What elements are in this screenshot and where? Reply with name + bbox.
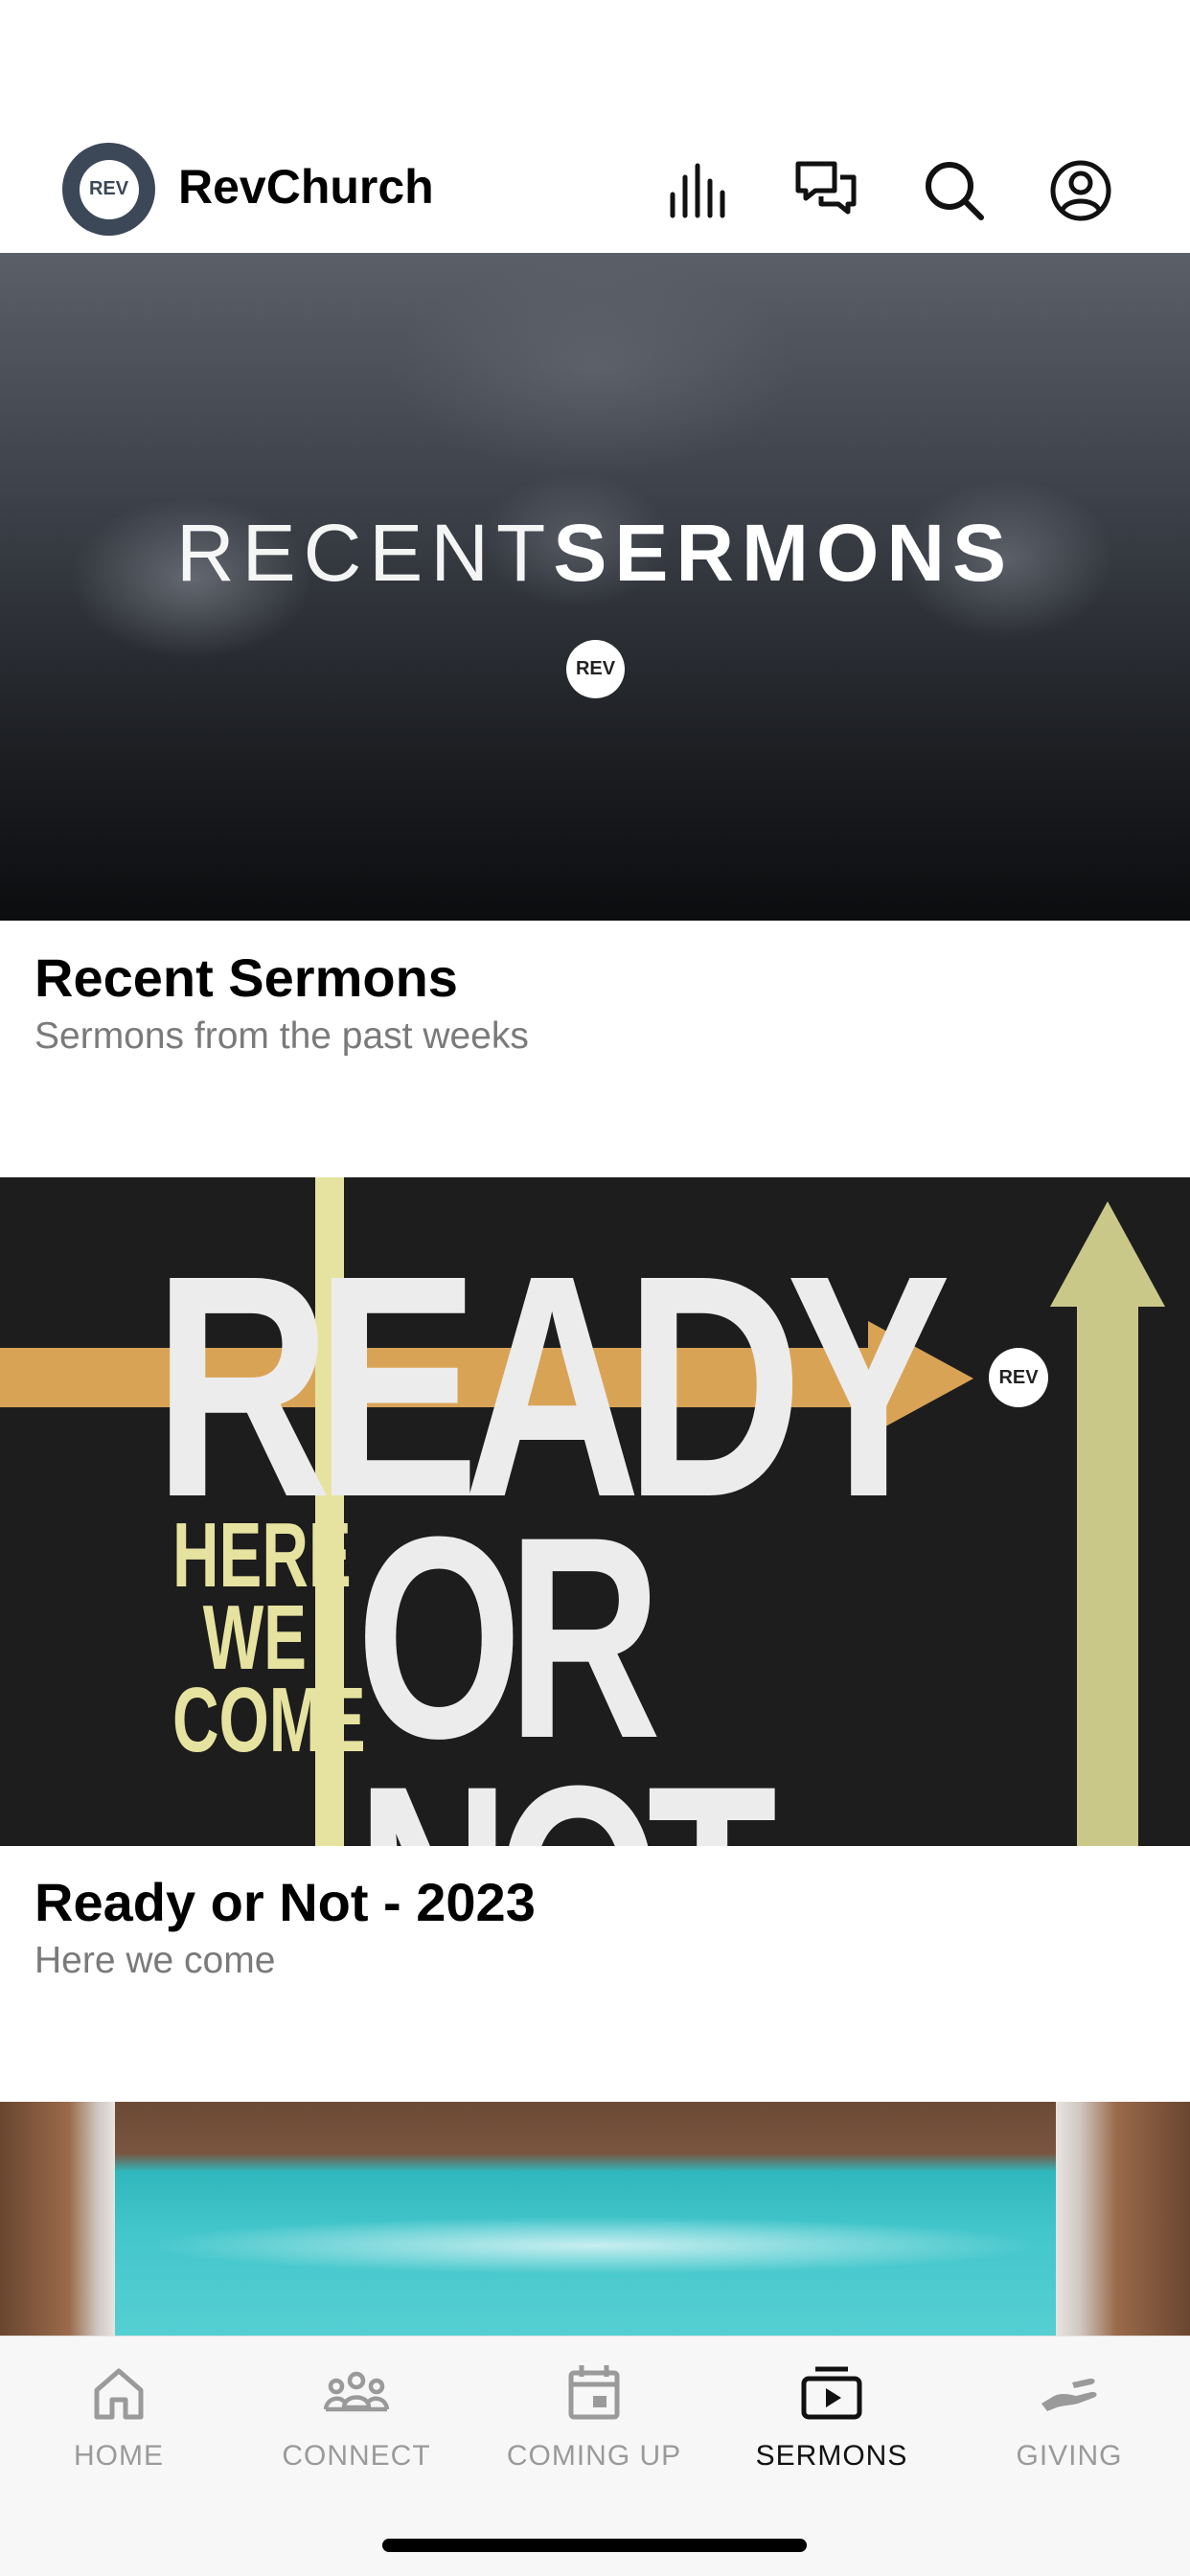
tab-coming-up[interactable]: COMING UP bbox=[475, 2337, 713, 2490]
rev-badge: REV bbox=[989, 1348, 1048, 1407]
side-word-come: COME bbox=[172, 1669, 366, 1771]
tab-label: HOME bbox=[74, 2440, 164, 2472]
ready-or-not-banner[interactable]: READY OR NOT HERE WE COME REV bbox=[0, 1177, 1190, 1846]
church-logo[interactable]: REV bbox=[62, 143, 155, 236]
water-foam bbox=[144, 2217, 1044, 2274]
banner-side-text: HERE WE COME bbox=[172, 1504, 366, 1771]
tab-connect[interactable]: CONNECT bbox=[238, 2337, 475, 2490]
tab-label: CONNECT bbox=[282, 2440, 431, 2472]
banner-heading-thin: RECENT bbox=[175, 508, 554, 598]
profile-icon[interactable] bbox=[1046, 156, 1115, 225]
recent-sermons-banner[interactable]: RECENTSERMONS REV bbox=[0, 253, 1190, 921]
banner-word-or-not: OR NOT bbox=[356, 1476, 777, 1846]
card-subtitle: Sermons from the past weeks bbox=[34, 1015, 529, 1057]
side-word-we: WE bbox=[202, 1586, 307, 1689]
banner-heading: RECENTSERMONS bbox=[0, 507, 1190, 600]
audio-bars-icon[interactable] bbox=[665, 156, 734, 225]
search-icon[interactable] bbox=[920, 156, 989, 225]
giving-hand-icon bbox=[1041, 2378, 1097, 2411]
tab-label: SERMONS bbox=[755, 2440, 908, 2472]
tab-label: COMING UP bbox=[506, 2440, 682, 2472]
video-playlist-icon bbox=[801, 2366, 862, 2420]
rock-left bbox=[0, 2102, 115, 2336]
logo-text: REV bbox=[79, 159, 139, 219]
waterfall-series-banner[interactable] bbox=[0, 2102, 1190, 2336]
app-header: REV RevChurch bbox=[0, 0, 1190, 253]
home-icon bbox=[94, 2368, 144, 2420]
home-indicator[interactable] bbox=[382, 2539, 807, 2552]
card-title-ready-or-not[interactable]: Ready or Not - 2023 bbox=[34, 1871, 536, 1933]
tab-giving[interactable]: GIVING bbox=[950, 2337, 1188, 2490]
banner-heading-bold: SERMONS bbox=[553, 508, 1015, 598]
card-subtitle: Here we come bbox=[34, 1940, 276, 1981]
up-arrow-head bbox=[1050, 1201, 1165, 1307]
people-icon bbox=[323, 2371, 390, 2412]
tab-sermons[interactable]: SERMONS bbox=[713, 2337, 950, 2490]
tab-home[interactable]: HOME bbox=[0, 2337, 238, 2490]
app-title: RevChurch bbox=[178, 160, 434, 214]
rev-badge: REV bbox=[566, 640, 625, 698]
calendar-icon bbox=[568, 2365, 620, 2420]
tab-label: GIVING bbox=[1016, 2440, 1123, 2472]
chat-icon[interactable] bbox=[792, 156, 861, 225]
card-title-recent-sermons[interactable]: Recent Sermons bbox=[34, 946, 458, 1009]
side-word-here: HERE bbox=[172, 1504, 352, 1607]
rock-right bbox=[1056, 2102, 1190, 2336]
up-arrow-shaft bbox=[1077, 1302, 1138, 1846]
